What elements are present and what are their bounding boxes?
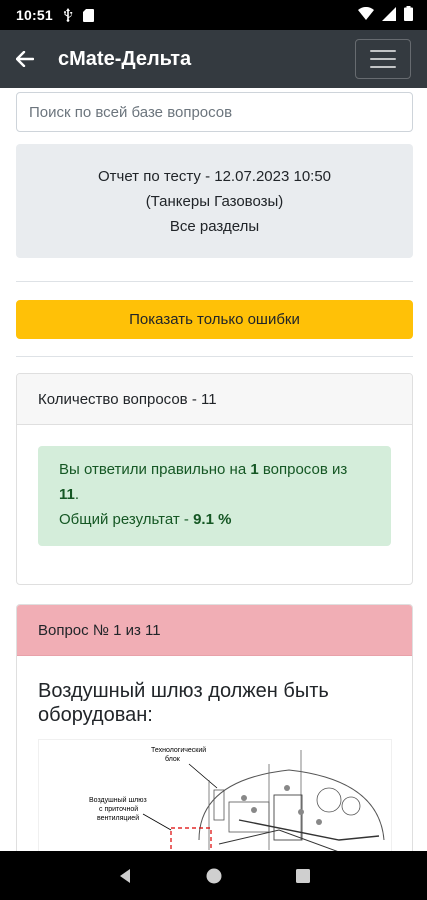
svg-text:блок: блок	[165, 755, 181, 763]
menu-button[interactable]	[355, 39, 411, 79]
app-title: cMate-Дельта	[58, 47, 192, 70]
summary-card: Количество вопросов - 11 Вы ответили пра…	[16, 373, 413, 585]
report-sections: Все разделы	[169, 218, 260, 235]
back-button[interactable]	[0, 30, 50, 88]
divider	[16, 356, 413, 357]
question-card: Вопрос № 1 из 11 Воздушный шлюз должен б…	[16, 604, 413, 851]
sd-card-icon	[82, 8, 94, 22]
result-percent: 9.1 %	[193, 511, 232, 528]
question-header: Вопрос № 1 из 11	[17, 605, 412, 656]
main-content: Отчет по тесту - 12.07.2023 10:50 (Танке…	[0, 88, 427, 851]
total-count: 11	[59, 486, 75, 503]
status-time: 10:51	[16, 7, 53, 23]
report-title: Отчет по тесту - 12.07.2023 10:50	[97, 168, 332, 185]
nav-back-icon[interactable]	[116, 867, 134, 885]
app-bar: cMate-Дельта	[0, 30, 427, 88]
signal-icon	[382, 6, 396, 24]
navigation-bar	[0, 851, 427, 900]
question-text: Воздушный шлюз должен быть оборудован:	[38, 680, 329, 726]
back-arrow-icon	[16, 51, 34, 67]
report-box: Отчет по тесту - 12.07.2023 10:50 (Танке…	[16, 144, 413, 258]
report-category: (Танкеры Газовозы)	[145, 193, 284, 210]
nav-recents-icon[interactable]	[295, 868, 311, 884]
divider	[16, 281, 413, 282]
svg-text:вентиляцией: вентиляцией	[97, 814, 139, 822]
result-alert: Вы ответили правильно на 1 вопросов из 1…	[38, 446, 391, 546]
image-label-airlock: Воздушный шлюз	[89, 796, 147, 804]
svg-text:с приточной: с приточной	[99, 805, 138, 813]
battery-icon	[404, 6, 413, 24]
summary-header: Количество вопросов - 11	[17, 374, 412, 425]
menu-icon	[370, 50, 396, 52]
show-errors-button[interactable]: Показать только ошибки	[16, 300, 413, 339]
image-label-unit: Технологический	[151, 746, 206, 754]
nav-home-icon[interactable]	[205, 867, 223, 885]
wifi-icon	[358, 6, 374, 23]
status-bar: 10:51	[0, 0, 427, 30]
usb-icon	[63, 8, 73, 22]
search-input[interactable]	[16, 92, 413, 132]
correct-count: 1	[250, 461, 259, 478]
question-image: Технологический блок Воздушный шлюз с пр…	[38, 739, 392, 851]
